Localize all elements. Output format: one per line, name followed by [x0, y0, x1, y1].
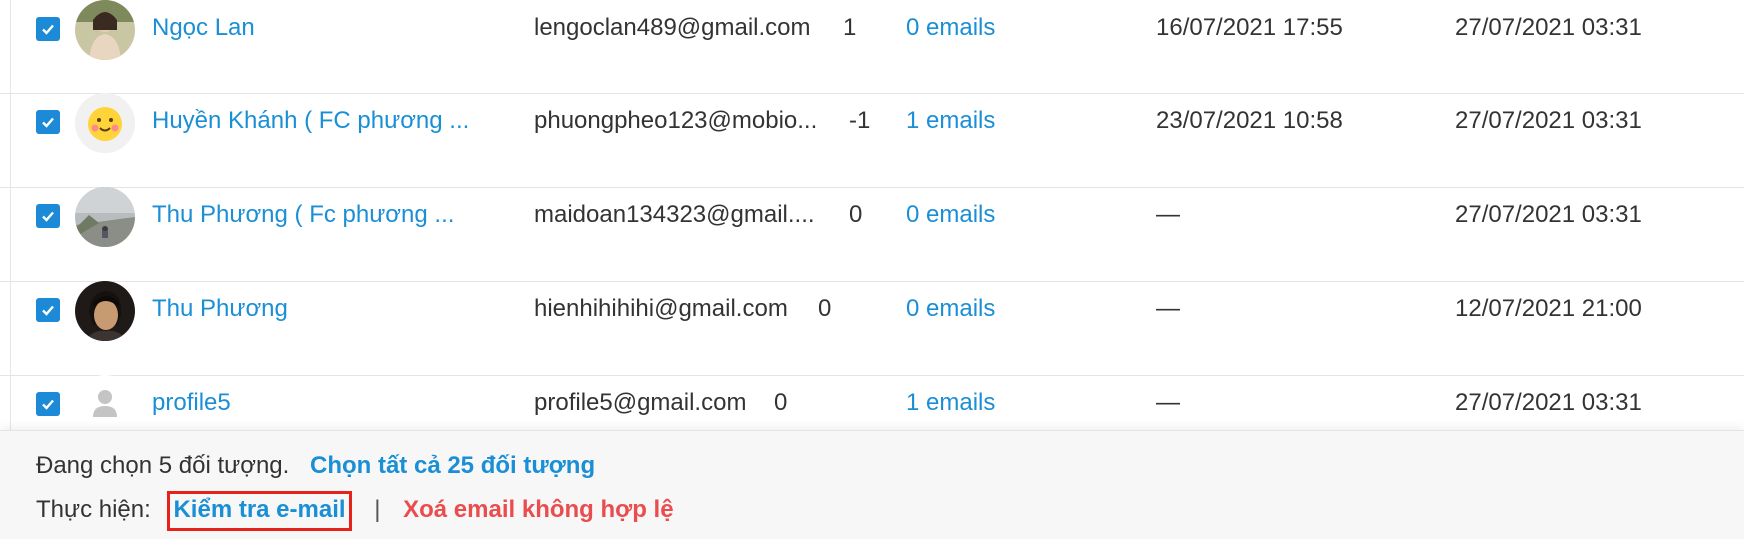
emails-link[interactable]: 1 emails — [906, 107, 995, 135]
row-checkbox[interactable] — [36, 110, 60, 134]
table-row: Thu Phương hienhihihihi@gmail.com 0 0 em… — [0, 281, 1744, 376]
actions-line: Thực hiện: Kiểm tra e-mail | Xoá email k… — [36, 491, 674, 531]
emails-link[interactable]: 0 emails — [906, 295, 995, 323]
photo-avatar-icon — [75, 281, 135, 341]
updated-date: 27/07/2021 03:31 — [1455, 389, 1642, 416]
checkmark-icon — [42, 24, 54, 35]
checkmark-icon — [42, 117, 54, 128]
contact-count: 0 — [818, 295, 832, 322]
contact-count: 0 — [849, 201, 863, 228]
last-activity-date: — — [1156, 389, 1180, 416]
contact-name-link[interactable]: Thu Phương — [152, 295, 492, 323]
row-checkbox[interactable] — [36, 204, 60, 228]
last-activity-date: 16/07/2021 17:55 — [1156, 14, 1343, 41]
table-row: Ngọc Lan lengoclan489@gmail.com 1 0 emai… — [0, 0, 1744, 94]
smiley-avatar-icon — [75, 93, 135, 153]
contact-count: 0 — [774, 389, 788, 416]
avatar[interactable] — [75, 187, 135, 247]
selected-count-text: Đang chọn 5 đối tượng. — [36, 452, 290, 479]
photo-avatar-icon — [75, 187, 135, 247]
updated-date: 12/07/2021 21:00 — [1455, 295, 1642, 322]
selection-summary: Đang chọn 5 đối tượng. Chọn tất cả 25 đố… — [36, 452, 595, 480]
contact-email: lengoclan489@gmail.com — [534, 14, 811, 41]
contact-name-link[interactable]: Ngọc Lan — [152, 14, 492, 42]
updated-date: 27/07/2021 03:31 — [1455, 107, 1642, 134]
row-checkbox[interactable] — [36, 298, 60, 322]
check-email-highlight: Kiểm tra e-mail — [167, 491, 352, 531]
last-activity-date: — — [1156, 201, 1180, 228]
checkmark-icon — [42, 305, 54, 316]
row-checkbox[interactable] — [36, 17, 60, 41]
avatar[interactable] — [75, 0, 135, 60]
contact-email: phuongpheo123@mobio... — [534, 107, 818, 134]
updated-date: 27/07/2021 03:31 — [1455, 14, 1642, 41]
photo-avatar-icon — [75, 0, 135, 60]
contact-name-link[interactable]: Thu Phương ( Fc phương ... — [152, 201, 492, 229]
table-row: Thu Phương ( Fc phương ... maidoan134323… — [0, 187, 1744, 282]
select-all-link[interactable]: Chọn tất cả 25 đối tượng — [310, 452, 595, 479]
checkmark-icon — [42, 399, 54, 410]
last-activity-date: 23/07/2021 10:58 — [1156, 107, 1343, 134]
default-user-icon — [75, 375, 135, 435]
updated-date: 27/07/2021 03:31 — [1455, 201, 1642, 228]
action-separator: | — [374, 496, 381, 523]
contact-email: hienhihihihi@gmail.com — [534, 295, 788, 322]
check-email-link[interactable]: Kiểm tra e-mail — [173, 496, 345, 523]
emails-link[interactable]: 0 emails — [906, 201, 995, 229]
contacts-table: Ngọc Lan lengoclan489@gmail.com 1 0 emai… — [0, 0, 1744, 470]
delete-invalid-email-link[interactable]: Xoá email không hợp lệ — [403, 496, 673, 523]
checkmark-icon — [42, 211, 54, 222]
bulk-action-bar: Đang chọn 5 đối tượng. Chọn tất cả 25 đố… — [0, 430, 1744, 539]
avatar[interactable] — [75, 93, 135, 153]
avatar[interactable] — [75, 375, 135, 435]
avatar[interactable] — [75, 281, 135, 341]
action-label: Thực hiện: — [36, 496, 151, 523]
contact-name-link[interactable]: Huyền Khánh ( FC phương ... — [152, 107, 492, 135]
row-checkbox[interactable] — [36, 392, 60, 416]
contact-count: 1 — [843, 14, 857, 41]
contact-email: maidoan134323@gmail.... — [534, 201, 815, 228]
last-activity-date: — — [1156, 295, 1180, 322]
contact-count: -1 — [849, 107, 871, 134]
emails-link[interactable]: 0 emails — [906, 14, 995, 42]
table-row: Huyền Khánh ( FC phương ... phuongpheo12… — [0, 93, 1744, 188]
contact-name-link[interactable]: profile5 — [152, 389, 492, 417]
emails-link[interactable]: 1 emails — [906, 389, 995, 417]
